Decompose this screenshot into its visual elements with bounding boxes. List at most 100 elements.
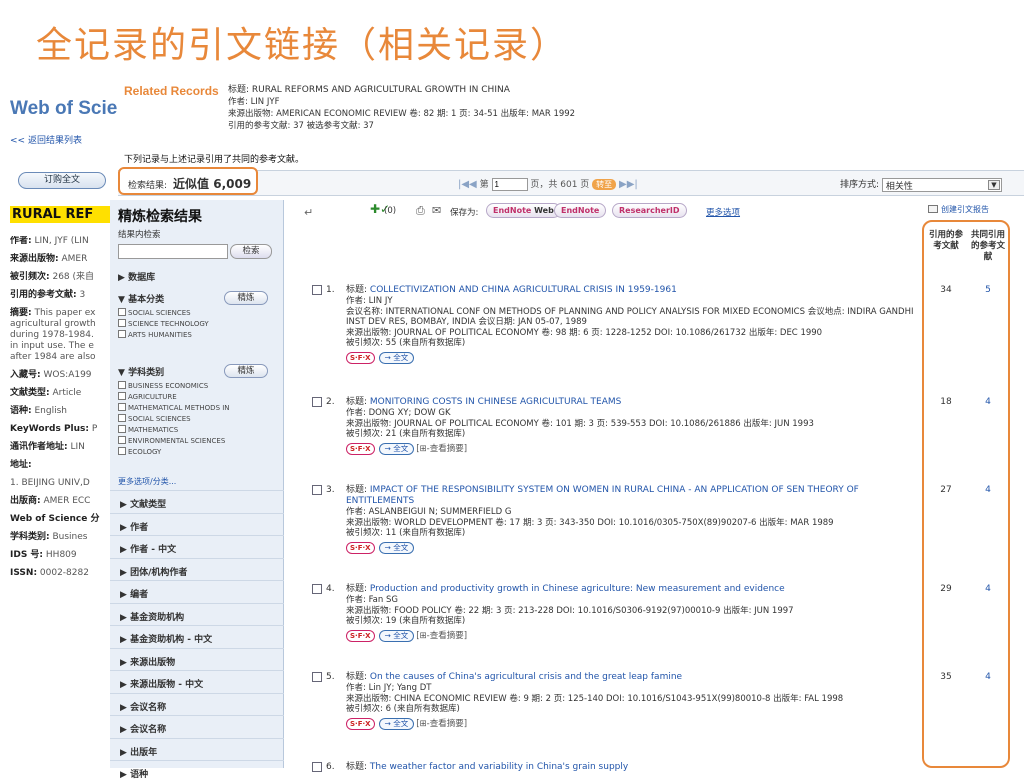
- sfx-button[interactable]: S·F·X: [346, 541, 375, 554]
- facet-item[interactable]: ▶ 作者: [110, 512, 284, 535]
- refine-checkbox-item[interactable]: AGRICULTURE: [118, 392, 177, 402]
- record-title-link[interactable]: 标题: MONITORING COSTS IN CHINESE AGRICULT…: [346, 397, 920, 408]
- record-field: 入藏号: WOS:A199: [10, 370, 118, 381]
- facet-subject[interactable]: ▼ 学科类别: [118, 365, 164, 378]
- facet-item[interactable]: ▶ 来源出版物: [110, 647, 284, 670]
- checkbox[interactable]: [118, 425, 126, 433]
- sfx-button[interactable]: S·F·X: [346, 629, 375, 642]
- checkbox[interactable]: [118, 403, 126, 411]
- checkbox-label: ARTS HUMANITIES: [128, 331, 192, 339]
- record-checkbox[interactable]: [312, 285, 322, 295]
- view-abstract-link[interactable]: [⊞-查看摘要]: [416, 631, 467, 641]
- field-value: 268 (来自: [49, 272, 95, 282]
- record-checkbox[interactable]: [312, 485, 322, 495]
- record-checkbox[interactable]: [312, 584, 322, 594]
- page-input[interactable]: [491, 178, 528, 191]
- refine-checkbox-item[interactable]: ARTS HUMANITIES: [118, 330, 192, 340]
- endnote-web-button[interactable]: EndNote Web: [486, 203, 561, 218]
- refine-basic-button[interactable]: 精炼: [224, 291, 268, 305]
- view-abstract-link[interactable]: [⊞-查看摘要]: [416, 444, 467, 454]
- checkbox[interactable]: [118, 447, 126, 455]
- researcherid-button[interactable]: ResearcherID: [612, 203, 687, 218]
- shared-refs-count[interactable]: 5: [973, 285, 1003, 295]
- fulltext-button[interactable]: → 全文: [378, 629, 415, 642]
- sort-select[interactable]: 相关性 ▼: [881, 177, 1002, 192]
- facet-label: 文献类型: [130, 500, 167, 510]
- sfx-button[interactable]: S·F·X: [346, 351, 375, 364]
- more-options-link[interactable]: 更多选项/分类...: [118, 476, 176, 487]
- create-citation-label: 创建引文报告: [941, 205, 989, 214]
- facet-item[interactable]: ▶ 作者 - 中文: [110, 535, 284, 557]
- email-icon[interactable]: ✉: [432, 204, 441, 217]
- checkbox[interactable]: [118, 319, 126, 327]
- last-page-icon[interactable]: ▶▶|: [619, 179, 638, 190]
- fulltext-button[interactable]: → 全文: [378, 541, 415, 554]
- print-icon[interactable]: ⎙: [416, 204, 425, 218]
- endnote-button[interactable]: EndNote: [554, 203, 607, 218]
- sfx-button[interactable]: S·F·X: [346, 442, 375, 455]
- fulltext-button[interactable]: → 全文: [378, 442, 415, 455]
- record-checkbox[interactable]: [312, 397, 322, 407]
- record-checkbox[interactable]: [312, 672, 322, 682]
- return-arrow-icon[interactable]: ↵: [304, 206, 313, 219]
- refine-checkbox-item[interactable]: MATHEMATICS: [118, 425, 178, 435]
- facet-item[interactable]: ▶ 出版年: [110, 737, 284, 760]
- refine-checkbox-item[interactable]: SCIENCE TECHNOLOGY: [118, 319, 209, 329]
- sfx-button[interactable]: S·F·X: [346, 717, 375, 730]
- refine-checkbox-item[interactable]: BUSINESS ECONOMICS: [118, 381, 208, 391]
- record-field: KeyWords Plus: P: [10, 424, 118, 435]
- wos-logo[interactable]: Web of Scie: [10, 98, 118, 120]
- refine-checkbox-item[interactable]: SOCIAL SCIENCES: [118, 414, 191, 424]
- chevron-down-icon[interactable]: ▼: [987, 179, 1000, 190]
- checkbox[interactable]: [118, 436, 126, 444]
- refine-checkbox-item[interactable]: ENVIRONMENTAL SCIENCES: [118, 436, 225, 446]
- facet-database[interactable]: ▶ 数据库: [118, 270, 155, 283]
- facet-arrow-icon: ▶: [120, 657, 131, 668]
- search-within-input[interactable]: [118, 244, 228, 259]
- fulltext-button[interactable]: → 全文: [378, 717, 415, 730]
- field-label: ISSN:: [10, 568, 38, 578]
- record-title-link[interactable]: 标题: IMPACT OF THE RESPONSIBILITY SYSTEM …: [346, 485, 920, 507]
- checkbox[interactable]: [118, 330, 126, 338]
- order-fulltext-button[interactable]: 订购全文: [18, 172, 106, 189]
- facet-label: 团体/机构作者: [130, 567, 188, 578]
- record-title-link[interactable]: 标题: Production and productivity growth i…: [346, 584, 920, 595]
- facet-label: 作者 - 中文: [130, 545, 177, 555]
- record-title-link[interactable]: 标题: COLLECTIVIZATION AND CHINA AGRICULTU…: [346, 285, 920, 296]
- facet-item[interactable]: ▶ 会议名称: [110, 715, 284, 737]
- refine-checkbox-item[interactable]: ECOLOGY: [118, 447, 161, 457]
- more-options-action[interactable]: 更多选项: [706, 206, 740, 218]
- shared-refs-count[interactable]: 4: [973, 672, 1003, 682]
- checkbox[interactable]: [118, 381, 126, 389]
- refine-subject-button[interactable]: 精炼: [224, 364, 268, 378]
- shared-refs-count[interactable]: 4: [973, 584, 1003, 594]
- facet-item[interactable]: ▶ 语种: [110, 760, 284, 782]
- facet-item[interactable]: ▶ 编者: [110, 580, 284, 602]
- back-to-results-link[interactable]: << 返回结果列表: [10, 133, 118, 146]
- checkbox[interactable]: [118, 308, 126, 316]
- facet-item[interactable]: ▶ 来源出版物 - 中文: [110, 670, 284, 692]
- go-button[interactable]: 转至: [592, 179, 617, 190]
- first-page-icon[interactable]: |◀◀: [458, 179, 477, 190]
- record-title-link[interactable]: 标题: On the causes of China's agricultura…: [346, 672, 920, 683]
- facet-basic[interactable]: ▼ 基本分类: [118, 292, 164, 305]
- record-checkbox[interactable]: [312, 762, 322, 772]
- facet-item[interactable]: ▶ 基金资助机构: [110, 602, 284, 625]
- refine-checkbox-item[interactable]: SOCIAL SCIENCES: [118, 308, 191, 318]
- create-citation-report-link[interactable]: 创建引文报告: [928, 204, 989, 215]
- refine-checkbox-item[interactable]: MATHEMATICAL METHODS IN: [118, 403, 230, 413]
- facet-item[interactable]: ▶ 团体/机构作者: [110, 557, 284, 580]
- facet-item[interactable]: ▶ 会议名称: [110, 692, 284, 715]
- checkbox[interactable]: [118, 392, 126, 400]
- view-abstract-link[interactable]: [⊞-查看摘要]: [416, 719, 467, 729]
- search-within-button[interactable]: 检索: [230, 244, 272, 259]
- facet-item[interactable]: ▶ 文献类型: [110, 490, 284, 512]
- shared-refs-count[interactable]: 4: [973, 485, 1003, 495]
- facet-arrow-icon: ▶: [120, 500, 131, 510]
- checkbox[interactable]: [118, 414, 126, 422]
- fulltext-button[interactable]: → 全文: [378, 351, 415, 364]
- shared-refs-count[interactable]: 4: [973, 397, 1003, 407]
- facet-item[interactable]: ▶ 基金资助机构 - 中文: [110, 625, 284, 647]
- sort-control: 排序方式: 相关性 ▼: [840, 177, 1002, 192]
- refine-panel: 精炼检索结果 结果内检索 检索 ▶ 数据库 ▼ 基本分类 精炼 SOCIAL S…: [110, 200, 284, 780]
